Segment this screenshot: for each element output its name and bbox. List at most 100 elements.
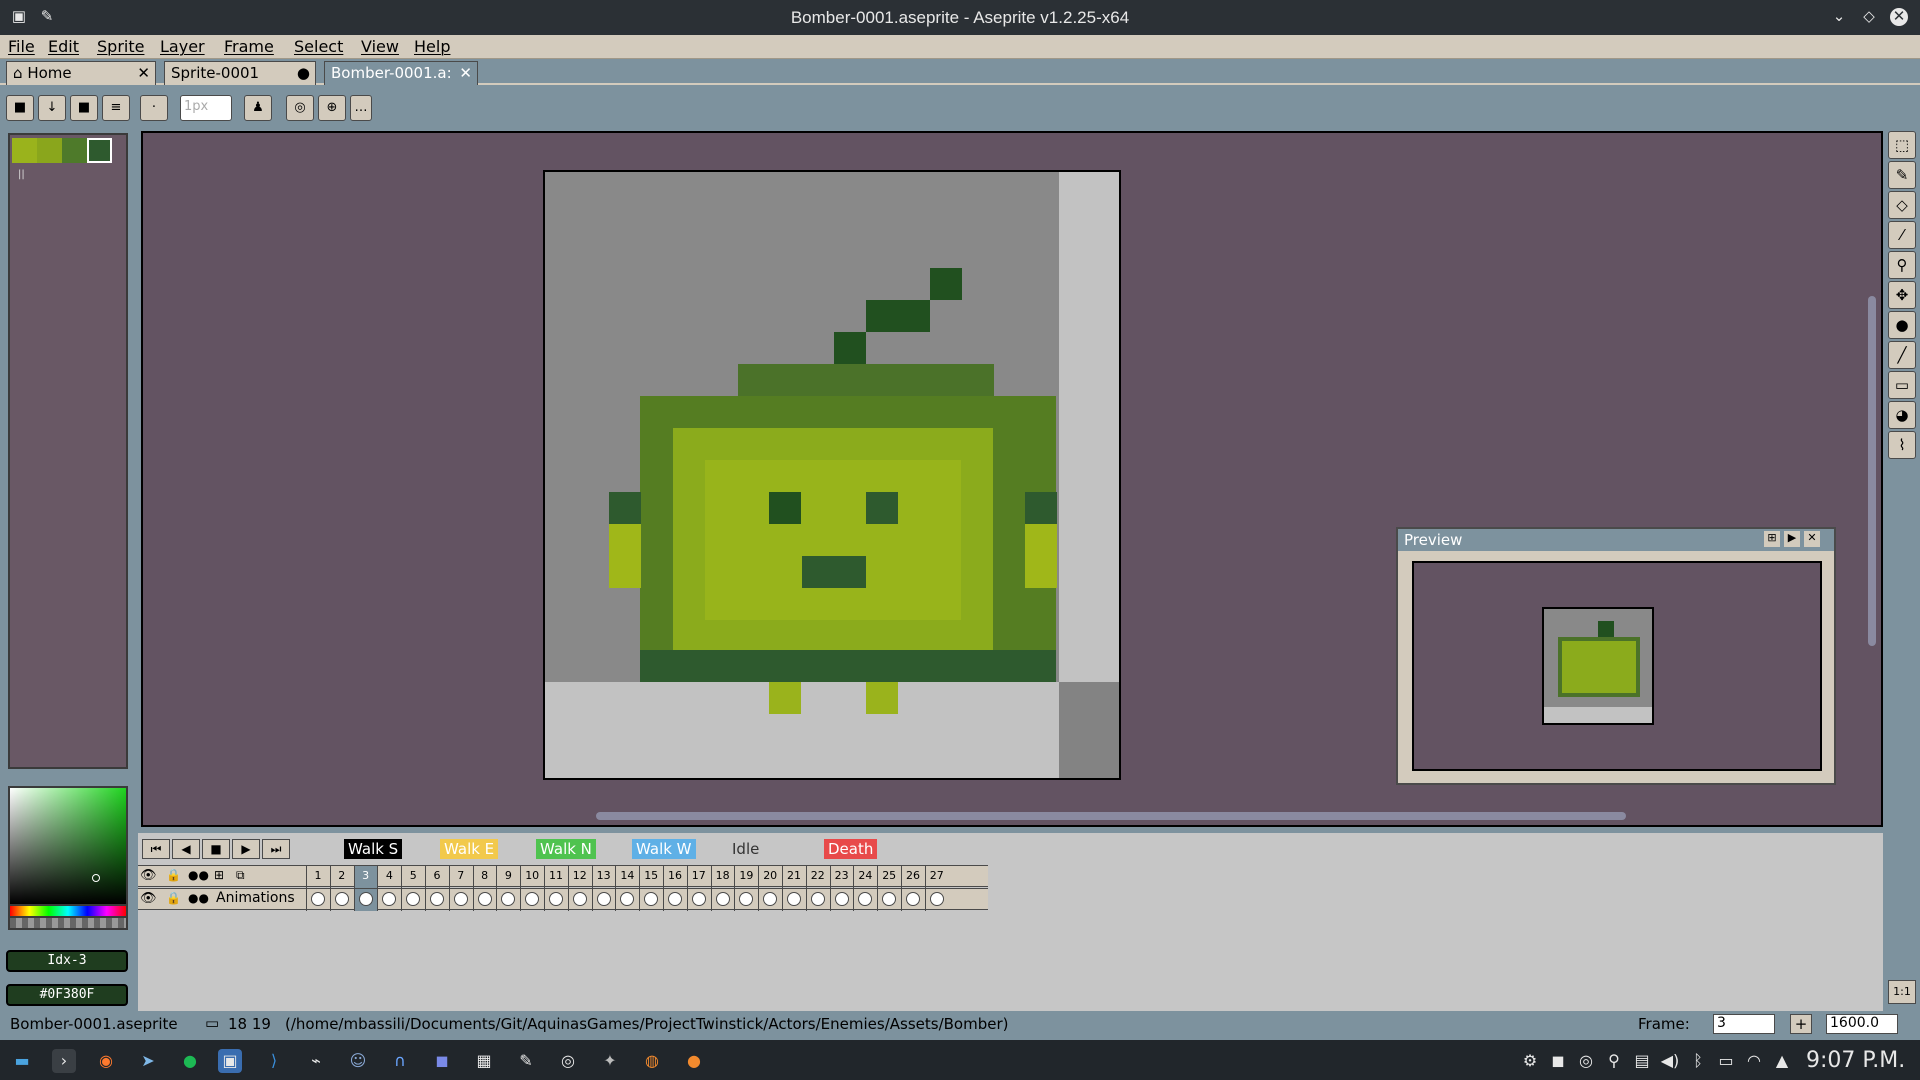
frame-header[interactable]: 5 <box>401 866 424 888</box>
maximize-icon[interactable]: ◇ <box>1860 8 1878 26</box>
bluetooth-icon[interactable]: ᛒ <box>1686 1049 1710 1073</box>
stop-icon[interactable]: ■ <box>70 95 98 121</box>
cel[interactable] <box>710 889 734 911</box>
bot-icon[interactable]: ☺ <box>346 1049 370 1073</box>
tag-death[interactable]: Death <box>824 839 878 859</box>
frame-header[interactable]: 3 <box>353 866 377 888</box>
palette-swatch[interactable] <box>62 138 87 163</box>
cel[interactable] <box>567 889 591 911</box>
link-icon[interactable]: ⊞ <box>214 868 224 882</box>
cel[interactable] <box>805 889 829 911</box>
blender-icon[interactable]: ◍ <box>640 1049 664 1073</box>
palette-swatch[interactable] <box>12 138 37 163</box>
frame-header[interactable]: 18 <box>710 866 734 888</box>
blur-icon[interactable]: ◕ <box>1888 401 1916 429</box>
tab-sprite-0001[interactable]: Sprite-0001 ● <box>164 61 316 85</box>
frame-header[interactable]: 27 <box>924 866 948 888</box>
discord-icon[interactable]: ◼ <box>430 1049 454 1073</box>
tab-home[interactable]: ⌂ Home ✕ <box>6 61 156 85</box>
cel[interactable] <box>758 889 781 911</box>
cel[interactable] <box>901 889 924 911</box>
discord-tray-icon[interactable]: ◼ <box>1546 1049 1570 1073</box>
sprite-canvas[interactable] <box>543 170 1121 780</box>
cel[interactable] <box>496 889 519 911</box>
tag-walk-s[interactable]: Walk S <box>344 839 403 859</box>
frame-header[interactable]: 26 <box>901 866 924 888</box>
spotify-icon[interactable]: ● <box>178 1049 202 1073</box>
eyedropper-icon[interactable]: ⁄ <box>1888 221 1916 249</box>
layer-lock-icon[interactable]: 🔒 <box>166 891 181 905</box>
frame-header[interactable]: 17 <box>686 866 710 888</box>
app-icon[interactable]: ⌁ <box>304 1049 328 1073</box>
last-frame-icon[interactable]: ⏭ <box>262 839 290 859</box>
files-icon[interactable]: ▬ <box>10 1049 34 1073</box>
telegram-icon[interactable]: ➤ <box>136 1049 160 1073</box>
tray-expand-icon[interactable]: ▲ <box>1770 1049 1794 1073</box>
add-frame-button[interactable]: + <box>1790 1014 1812 1034</box>
frame-header[interactable]: 6 <box>425 866 448 888</box>
menu-layer[interactable]: Layer <box>160 37 205 56</box>
calculator-icon[interactable]: ▦ <box>472 1049 496 1073</box>
palette-swatch[interactable] <box>37 138 62 163</box>
list-icon[interactable]: ≡ <box>102 95 130 121</box>
play-pause-icon[interactable]: ■ <box>202 839 230 859</box>
notifications-icon[interactable]: ⚙ <box>1518 1049 1542 1073</box>
eraser-icon[interactable]: ◇ <box>1888 191 1916 219</box>
close-icon[interactable]: ✕ <box>1890 8 1908 26</box>
layer-name[interactable]: Animations <box>216 890 295 906</box>
close-tab-icon[interactable]: ✕ <box>137 64 150 82</box>
menu-select[interactable]: Select <box>294 37 343 56</box>
line-icon[interactable]: ╱ <box>1888 341 1916 369</box>
vpn-icon[interactable]: ⚲ <box>1602 1049 1626 1073</box>
frame-header[interactable]: 1 <box>306 866 329 888</box>
cel[interactable] <box>853 889 876 911</box>
firefox-icon[interactable]: ◉ <box>94 1049 118 1073</box>
cel[interactable] <box>591 889 615 911</box>
cel[interactable] <box>734 889 757 911</box>
frame-header[interactable]: 14 <box>615 866 638 888</box>
cel[interactable] <box>353 889 377 911</box>
brush-size-input[interactable]: 1px <box>180 95 232 121</box>
frame-header[interactable]: 25 <box>877 866 900 888</box>
palette-resize-handle[interactable]: || <box>18 169 25 180</box>
frame-header[interactable]: 9 <box>496 866 519 888</box>
menu-view[interactable]: View <box>361 37 399 56</box>
cel[interactable] <box>377 889 400 911</box>
ink-icon[interactable]: ♟ <box>244 95 272 121</box>
frame-header[interactable]: 12 <box>567 866 591 888</box>
cel[interactable] <box>472 889 496 911</box>
continuous-icon[interactable]: ●● <box>188 868 209 882</box>
cel[interactable] <box>615 889 638 911</box>
menu-help[interactable]: Help <box>414 37 450 56</box>
app-orange-icon[interactable]: ● <box>682 1049 706 1073</box>
terminal-icon[interactable]: › <box>52 1049 76 1073</box>
visibility-icon[interactable]: 👁 <box>140 868 157 883</box>
fit-icon[interactable]: ⊞ <box>1764 531 1780 547</box>
krita-icon[interactable]: ✦ <box>598 1049 622 1073</box>
fill-icon[interactable]: ● <box>1888 311 1916 339</box>
menu-file[interactable]: File <box>8 37 35 56</box>
vscode-icon[interactable]: ⟩ <box>262 1049 286 1073</box>
close-preview-icon[interactable]: ✕ <box>1804 531 1820 547</box>
next-frame-icon[interactable]: ▶ <box>232 839 260 859</box>
cel[interactable] <box>782 889 805 911</box>
prev-frame-icon[interactable]: ◀ <box>172 839 200 859</box>
cel[interactable] <box>401 889 424 911</box>
vertical-scrollbar[interactable] <box>1868 296 1876 646</box>
frame-header[interactable]: 11 <box>544 866 567 888</box>
color-picker-spectrum[interactable] <box>8 786 128 906</box>
palette-swatch-selected[interactable] <box>87 138 112 163</box>
frame-header[interactable]: 24 <box>853 866 876 888</box>
lock-icon[interactable]: ■ <box>6 95 34 121</box>
frame-header[interactable]: 16 <box>663 866 686 888</box>
onion-skin-icon[interactable]: ⧉ <box>236 868 245 883</box>
more-icon[interactable]: … <box>350 95 372 121</box>
horizontal-scrollbar[interactable] <box>596 812 1626 820</box>
symmetry-icon[interactable]: ⊕ <box>318 95 346 121</box>
color-index-label[interactable]: Idx-3 <box>6 950 128 972</box>
zoom-input[interactable]: 1600.0 <box>1826 1014 1898 1034</box>
volume-icon[interactable]: ◀) <box>1658 1049 1682 1073</box>
cel[interactable] <box>686 889 710 911</box>
close-tab-icon[interactable]: ✕ <box>459 64 472 82</box>
minimize-icon[interactable]: ⌄ <box>1830 8 1848 26</box>
